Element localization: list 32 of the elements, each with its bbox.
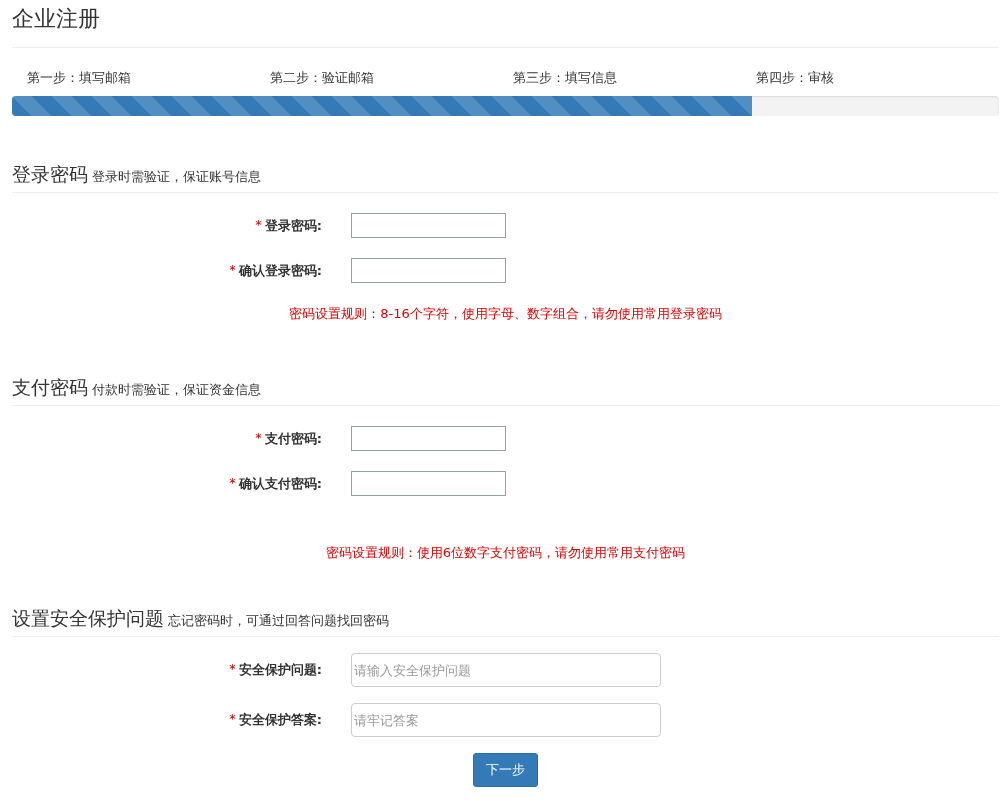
section-title: 登录密码 [12,162,88,187]
required-mark: * [229,261,236,279]
required-mark: * [255,216,262,234]
password-field[interactable] [351,471,506,496]
section-subtitle: 登录时需验证，保证账号信息 [92,168,261,186]
field-label: 安全保护答案: [238,711,322,729]
section-title: 支付密码 [12,375,88,400]
password-rule-note: 密码设置规则：使用6位数字支付密码，请勿使用常用支付密码 [324,544,687,562]
input-field[interactable]: 请牢记答案 [351,703,661,737]
field-label: 登录密码: [264,216,322,235]
step-label: 第二步：验证邮箱 [270,70,375,87]
page-title: 企业注册 [12,5,101,33]
field-label: 确认登录密码: [238,261,322,280]
section-subtitle: 忘记密码时，可通过回答问题找回密码 [168,612,389,630]
field-label: 支付密码: [264,429,322,448]
step-label: 第一步：填写邮箱 [27,70,132,87]
required-mark: * [229,661,236,678]
section-subtitle: 付款时需验证，保证资金信息 [92,381,261,399]
password-field[interactable] [351,258,506,283]
password-field[interactable] [351,213,506,238]
step-label: 第四步：审核 [756,70,835,87]
required-mark: * [255,429,262,447]
section-title: 设置安全保护问题 [12,606,164,631]
field-label: 安全保护问题: [238,661,322,679]
field-label: 确认支付密码: [238,474,322,493]
step-label: 第三步：填写信息 [513,70,618,87]
required-mark: * [229,711,236,728]
next-step-button[interactable]: 下一步 [473,753,538,787]
password-rule-note: 密码设置规则：8-16个字符，使用字母、数字组合，请勿使用常用登录密码 [288,305,723,323]
input-field[interactable]: 请输入安全保护问题 [351,653,661,687]
password-field[interactable] [351,426,506,451]
required-mark: * [229,474,236,492]
